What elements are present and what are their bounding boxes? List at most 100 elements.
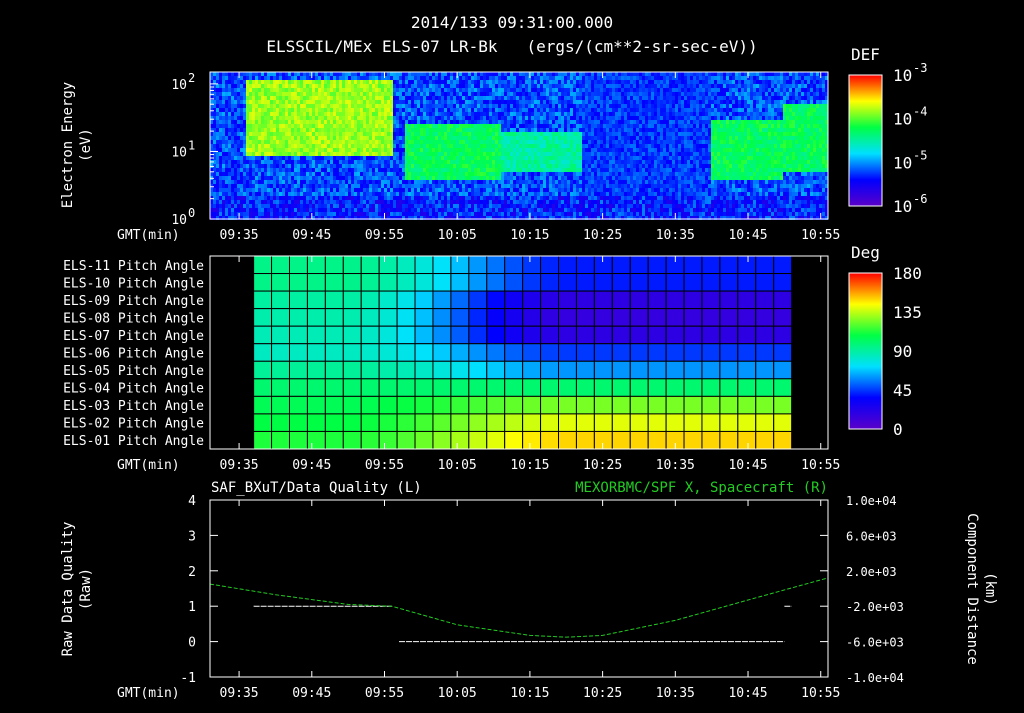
spectrogram-cell [270, 120, 273, 124]
spectrogram-cell [498, 116, 501, 120]
spectrogram-cell [297, 172, 300, 176]
spectrogram-cell [477, 176, 480, 180]
spectrogram-cell [321, 124, 324, 128]
spectrogram-cell [252, 112, 255, 116]
spectrogram-cell [483, 208, 486, 212]
spectrogram-cell [582, 72, 585, 76]
spectrogram-cell [591, 144, 594, 148]
spectrogram-cell [282, 200, 285, 204]
spectrogram-cell [270, 156, 273, 160]
spectrogram-cell [399, 212, 402, 216]
spectrogram-cell [444, 200, 447, 204]
spectrogram-cell [366, 124, 369, 128]
spectrogram-cell [474, 116, 477, 120]
spectrogram-cell [444, 144, 447, 148]
spectrogram-cell [579, 96, 582, 100]
spectrogram-cell [558, 84, 561, 88]
spectrogram-cell [255, 124, 258, 128]
spectrogram-cell [267, 140, 270, 144]
spectrogram-cell [474, 176, 477, 180]
spectrogram-cell [549, 140, 552, 144]
spectrogram-cell [312, 120, 315, 124]
spectrogram-cell [411, 156, 414, 160]
spectrogram-cell [249, 104, 252, 108]
spectrogram-cell [498, 164, 501, 168]
spectrogram-cell [582, 96, 585, 100]
spectrogram-cell [600, 124, 603, 128]
spectrogram-cell [321, 156, 324, 160]
spectrogram-cell [300, 108, 303, 112]
spectrogram-cell [348, 164, 351, 168]
spectrogram-cell [591, 96, 594, 100]
spectrogram-cell [420, 192, 423, 196]
spectrogram-cell [261, 140, 264, 144]
spectrogram-cell [225, 124, 228, 128]
spectrogram-cell [429, 144, 432, 148]
spectrogram-cell [276, 168, 279, 172]
spectrogram-cell [573, 176, 576, 180]
spectrogram-cell [285, 212, 288, 216]
spectrogram-cell [417, 148, 420, 152]
spectrogram-cell [336, 96, 339, 100]
spectrogram-cell [468, 104, 471, 108]
spectrogram-cell [258, 140, 261, 144]
spectrogram-cell [531, 176, 534, 180]
spectrogram-cell [564, 124, 567, 128]
spectrogram-cell [234, 140, 237, 144]
spectrogram-cell [351, 108, 354, 112]
spectrogram-cell [237, 204, 240, 208]
spectrogram-cell [441, 100, 444, 104]
spectrogram-cell [501, 96, 504, 100]
spectrogram-cell [528, 124, 531, 128]
spectrogram-cell [576, 180, 579, 184]
spectrogram-cell [498, 188, 501, 192]
spectrogram-cell [327, 96, 330, 100]
spectrogram-cell [339, 200, 342, 204]
spectrogram-cell [432, 176, 435, 180]
spectrogram-cell [417, 100, 420, 104]
spectrogram-cell [558, 184, 561, 188]
spectrogram-cell [333, 212, 336, 216]
spectrogram-cell [318, 104, 321, 108]
spectrogram-cell [420, 88, 423, 92]
spectrogram-cell [495, 84, 498, 88]
spectrogram-cell [471, 96, 474, 100]
spectrogram-cell [222, 124, 225, 128]
spectrogram-cell [291, 140, 294, 144]
spectrogram-cell [405, 104, 408, 108]
spectrogram-cell [309, 116, 312, 120]
spectrogram-cell [429, 140, 432, 144]
spectrogram-cell [582, 184, 585, 188]
spectrogram-cell [237, 80, 240, 84]
spectrogram-cell [300, 208, 303, 212]
spectrogram-cell [375, 100, 378, 104]
spectrogram-cell [297, 112, 300, 116]
spectrogram-cell [528, 132, 531, 136]
spectrogram-cell [546, 84, 549, 88]
spectrogram-cell [291, 80, 294, 84]
spectrogram-cell [264, 76, 267, 80]
spectrogram-cell [396, 212, 399, 216]
spectrogram-cell [309, 160, 312, 164]
spectrogram-cell [300, 84, 303, 88]
spectrogram-cell [240, 92, 243, 96]
spectrogram-cell [438, 72, 441, 76]
spectrogram-cell [579, 120, 582, 124]
spectrogram-cell [327, 180, 330, 184]
spectrogram-cell [372, 204, 375, 208]
spectrogram-cell [372, 212, 375, 216]
spectrogram-cell [435, 72, 438, 76]
spectrogram-cell [309, 132, 312, 136]
spectrogram-cell [240, 140, 243, 144]
spectrogram-cell [591, 172, 594, 176]
spectrogram-cell [483, 160, 486, 164]
spectrogram-cell [546, 188, 549, 192]
spectrogram-cell [219, 92, 222, 96]
spectrogram-cell [285, 208, 288, 212]
spectrogram-cell [306, 80, 309, 84]
spectrogram-cell [537, 148, 540, 152]
spectrogram-cell [462, 192, 465, 196]
spectrogram-cell [342, 104, 345, 108]
spectrogram-cell [429, 112, 432, 116]
spectrogram-cell [480, 204, 483, 208]
